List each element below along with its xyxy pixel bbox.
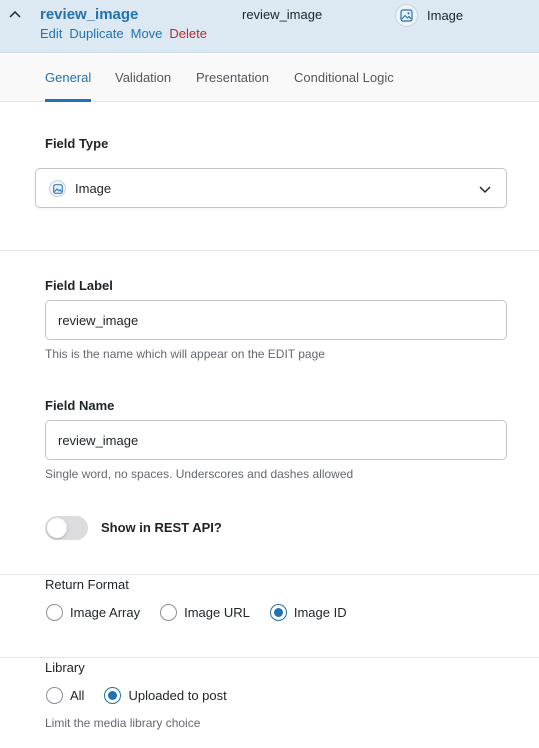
duplicate-link[interactable]: Duplicate: [69, 26, 123, 41]
radio-option-image-array[interactable]: Image Array: [46, 604, 140, 621]
field-label-hint: This is the name which will appear on th…: [45, 347, 325, 361]
field-name-hint: Single word, no spaces. Underscores and …: [45, 467, 354, 481]
tab-validation[interactable]: Validation: [115, 70, 171, 85]
chevron-up-icon[interactable]: [9, 9, 21, 21]
edit-link[interactable]: Edit: [40, 26, 62, 41]
header-type-label: Image: [427, 8, 464, 23]
move-link[interactable]: Move: [131, 26, 163, 41]
radio-option-image-url[interactable]: Image URL: [160, 604, 250, 621]
settings-tabs: General Validation Presentation Conditio…: [0, 54, 539, 102]
radio-option-all[interactable]: All: [46, 687, 84, 704]
field-type-value: Image: [75, 181, 112, 196]
radio-option-image-id[interactable]: Image ID: [269, 604, 347, 621]
field-header: review_image Edit Duplicate Move Delete …: [0, 0, 539, 53]
radio-label: Image ID: [293, 605, 347, 620]
chevron-down-icon: [479, 186, 491, 193]
radio-label: Image URL: [184, 605, 250, 620]
radio-image-id[interactable]: [269, 604, 287, 621]
radio-label: All: [70, 688, 85, 703]
field-name-label: Field Name: [45, 398, 115, 413]
return-format-options: Image Array Image URL Image ID: [46, 604, 367, 621]
toggle-knob: [47, 518, 67, 538]
radio-label: Image Array: [70, 605, 141, 620]
library-hint: Limit the media library choice: [45, 716, 201, 730]
field-label-label: Field Label: [45, 278, 113, 293]
radio-image-array[interactable]: [46, 604, 63, 621]
radio-image-url[interactable]: [160, 604, 178, 621]
radio-label: Uploaded to post: [128, 688, 227, 703]
library-label: Library: [45, 660, 85, 675]
delete-link[interactable]: Delete: [169, 26, 207, 41]
header-field-type: Image: [395, 4, 463, 27]
rest-api-toggle[interactable]: [45, 516, 88, 540]
section-divider: [0, 574, 539, 575]
radio-uploaded-to-post[interactable]: [104, 687, 122, 704]
field-label-input[interactable]: [45, 300, 507, 340]
library-options: All Uploaded to post: [46, 687, 247, 704]
tab-general[interactable]: General: [45, 70, 91, 85]
image-icon: [49, 180, 66, 197]
field-name-input[interactable]: [45, 420, 507, 460]
header-field-name: review_image: [242, 7, 323, 22]
image-icon: [395, 4, 418, 27]
field-type-select[interactable]: Image: [35, 168, 507, 208]
tab-conditional-logic[interactable]: Conditional Logic: [294, 70, 394, 85]
section-divider: [0, 657, 539, 658]
field-title[interactable]: review_image: [40, 6, 138, 23]
tab-presentation[interactable]: Presentation: [196, 70, 269, 85]
rest-api-label: Show in REST API?: [101, 520, 222, 535]
radio-option-uploaded-to-post[interactable]: Uploaded to post: [104, 687, 227, 704]
field-actions: Edit Duplicate Move Delete: [40, 26, 207, 41]
radio-all[interactable]: [46, 687, 63, 704]
section-divider: [0, 250, 539, 251]
return-format-label: Return Format: [45, 577, 129, 592]
active-tab-indicator: [45, 99, 91, 102]
field-type-label: Field Type: [45, 136, 109, 151]
